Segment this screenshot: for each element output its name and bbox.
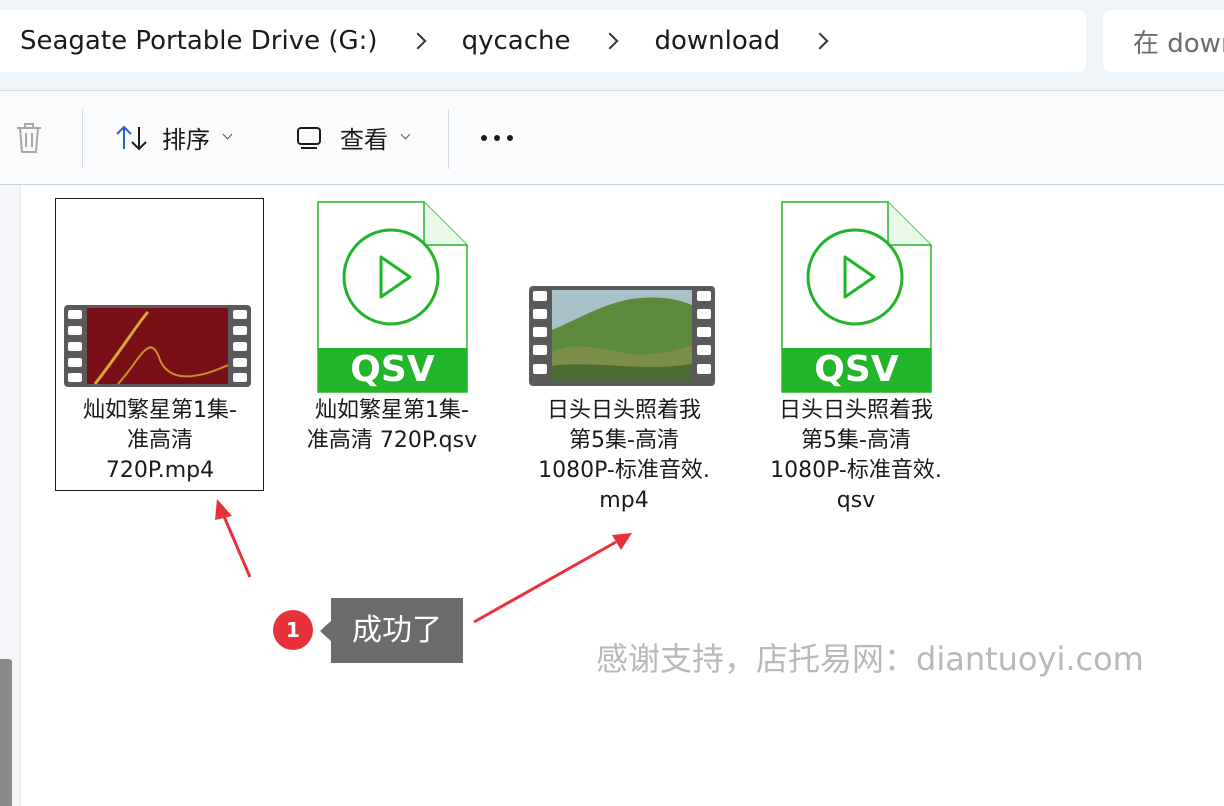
more-options-button[interactable] [480, 91, 514, 184]
view-button[interactable]: 查看 [296, 91, 411, 184]
sort-label: 排序 [162, 126, 210, 154]
scrollbar-thumb[interactable] [0, 659, 12, 806]
step-number-badge: 1 [273, 610, 313, 650]
chevron-right-icon[interactable] [601, 32, 619, 50]
chevron-right-icon[interactable] [409, 32, 427, 50]
address-bar-region: Seagate Portable Drive (G:) qycache down… [0, 0, 1224, 91]
file-item[interactable] [751, 198, 961, 518]
chevron-down-icon [222, 129, 233, 140]
file-item[interactable] [287, 198, 497, 498]
file-name-line: 720P.mp4 [105, 458, 215, 483]
breadcrumb-item-download[interactable]: download [654, 26, 780, 56]
toolbar-divider [448, 109, 449, 169]
file-item[interactable] [519, 198, 729, 518]
breadcrumb-item-drive[interactable]: Seagate Portable Drive (G:) [20, 26, 378, 56]
trash-icon [17, 122, 41, 153]
file-name-line: 准高清 [126, 428, 193, 453]
watermark-text: 感谢支持，店托易网：diantuoyi.com [596, 640, 1144, 678]
annotation-tooltip: 成功了 [331, 598, 463, 663]
breadcrumb[interactable]: Seagate Portable Drive (G:) qycache down… [0, 10, 1086, 72]
breadcrumb-item-qycache[interactable]: qycache [462, 26, 571, 56]
ellipsis-icon [481, 134, 513, 141]
delete-button[interactable] [14, 91, 44, 184]
chevron-right-icon[interactable] [811, 32, 829, 50]
navigation-pane-edge [0, 185, 21, 806]
file-name-line: 灿如繁星第1集- [83, 398, 237, 423]
sort-button[interactable]: 排序 [114, 91, 233, 184]
view-label: 查看 [340, 126, 388, 154]
search-placeholder: 在 download [1133, 28, 1224, 59]
search-input[interactable]: 在 download [1103, 10, 1224, 72]
command-bar: 排序 查看 [0, 91, 1224, 185]
view-layout-icon [297, 126, 321, 149]
sort-arrows-icon [116, 125, 147, 150]
toolbar-divider [82, 109, 83, 169]
file-name[interactable]: 灿如繁星第1集- 准高清 720P.mp4 [55, 396, 265, 486]
chevron-down-icon [400, 129, 411, 140]
